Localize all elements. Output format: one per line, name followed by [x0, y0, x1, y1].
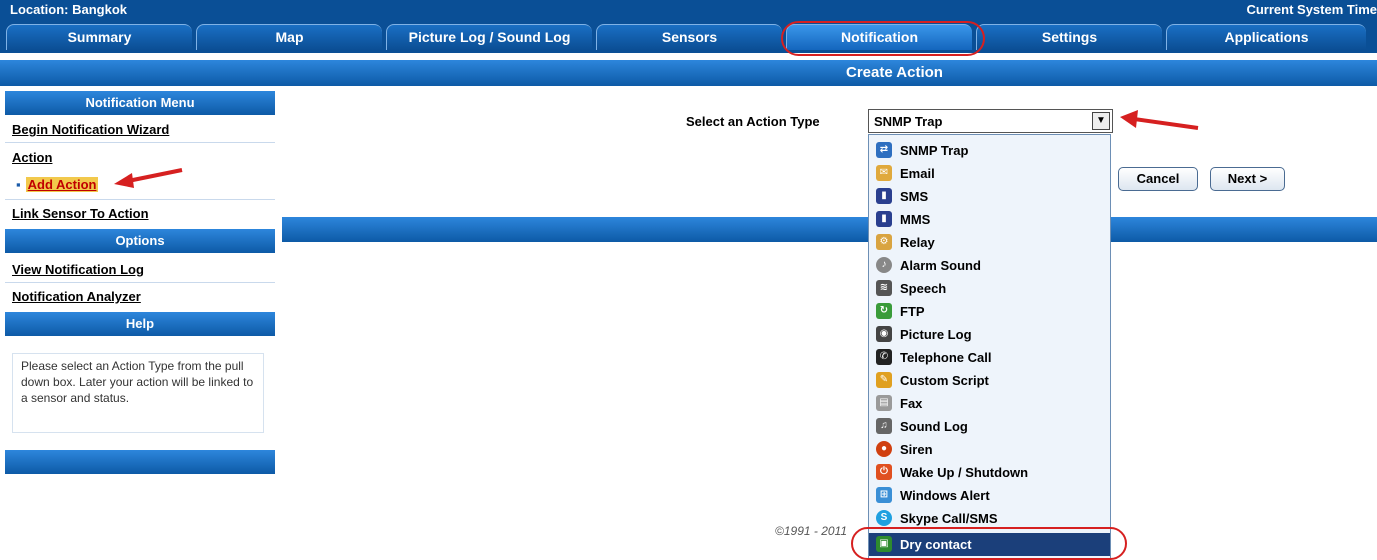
action-type-select[interactable]: SNMP Trap ▼ — [868, 109, 1113, 133]
system-time-label: Current System Time — [1246, 2, 1377, 17]
microphone-icon: ♫ — [876, 418, 892, 434]
action-type-dropdown-list: ⇄ SNMP Trap ✉ Email ▮ SMS ▮ MMS ⚙ Relay … — [868, 134, 1111, 560]
link-sensor-to-action-link[interactable]: Link Sensor To Action — [12, 206, 149, 221]
tab-notification[interactable]: Notification — [786, 24, 972, 50]
option-sound-log[interactable]: ♫ Sound Log — [869, 415, 1110, 438]
skype-icon: S — [876, 510, 892, 526]
power-icon: ⏻ — [876, 464, 892, 480]
tab-summary[interactable]: Summary — [6, 24, 192, 50]
network-icon: ⇄ — [876, 142, 892, 158]
option-label: MMS — [900, 212, 931, 227]
cancel-button[interactable]: Cancel — [1118, 167, 1198, 191]
divider — [5, 282, 275, 283]
option-telephone-call[interactable]: ✆ Telephone Call — [869, 346, 1110, 369]
option-snmp-trap[interactable]: ⇄ SNMP Trap — [869, 139, 1110, 162]
divider — [5, 142, 275, 143]
option-label: SNMP Trap — [900, 143, 969, 158]
page: Location: Bangkok Current System Time Su… — [0, 0, 1377, 560]
selected-action-type: SNMP Trap — [874, 114, 943, 129]
option-siren[interactable]: ● Siren — [869, 438, 1110, 461]
page-title: Create Action — [846, 64, 943, 81]
help-header: Help — [5, 312, 275, 336]
option-label: Skype Call/SMS — [900, 511, 998, 526]
option-label: Dry contact — [900, 537, 972, 552]
windows-icon: ⊞ — [876, 487, 892, 503]
option-label: Email — [900, 166, 935, 181]
option-label: Sound Log — [900, 419, 968, 434]
telephone-icon: ✆ — [876, 349, 892, 365]
option-wake-up-shutdown[interactable]: ⏻ Wake Up / Shutdown — [869, 461, 1110, 484]
action-link[interactable]: Action — [12, 150, 52, 165]
add-action-item: ▪ Add Action — [16, 177, 99, 192]
option-label: Relay — [900, 235, 935, 250]
select-arrow-icon — [1120, 110, 1199, 130]
option-dry-contact[interactable]: ▣ Dry contact — [869, 533, 1110, 556]
option-fax[interactable]: ▤ Fax — [869, 392, 1110, 415]
begin-wizard-link[interactable]: Begin Notification Wizard — [12, 122, 169, 137]
tab-bar: Summary Map Picture Log / Sound Log Sens… — [0, 20, 1377, 53]
option-label: Alarm Sound — [900, 258, 981, 273]
option-skype-call-sms[interactable]: S Skype Call/SMS — [869, 507, 1110, 530]
tab-settings[interactable]: Settings — [976, 24, 1162, 50]
sidebar: Notification Menu Begin Notification Wiz… — [0, 86, 276, 486]
relay-icon: ⚙ — [876, 234, 892, 250]
option-label: Telephone Call — [900, 350, 992, 365]
option-label: Custom Script — [900, 373, 989, 388]
add-action-link[interactable]: Add Action — [25, 177, 99, 192]
envelope-icon: ✉ — [876, 165, 892, 181]
option-mms[interactable]: ▮ MMS — [869, 208, 1110, 231]
option-speech[interactable]: ≋ Speech — [869, 277, 1110, 300]
option-ftp[interactable]: ↻ FTP — [869, 300, 1110, 323]
option-label: Siren — [900, 442, 933, 457]
option-label: Fax — [900, 396, 923, 411]
options-header: Options — [5, 229, 275, 253]
location-label: Location: Bangkok — [10, 2, 128, 17]
content-divider-bar — [282, 217, 1377, 242]
speaker-icon: ♪ — [876, 257, 892, 273]
title-bar: Create Action — [0, 60, 1377, 86]
divider — [5, 199, 275, 200]
fax-icon: ▤ — [876, 395, 892, 411]
notification-analyzer-link[interactable]: Notification Analyzer — [12, 289, 141, 304]
option-relay[interactable]: ⚙ Relay — [869, 231, 1110, 254]
option-label: Speech — [900, 281, 947, 296]
option-email[interactable]: ✉ Email — [869, 162, 1110, 185]
tab-map[interactable]: Map — [196, 24, 382, 50]
speech-icon: ≋ — [876, 280, 892, 296]
view-notification-log-link[interactable]: View Notification Log — [12, 262, 144, 277]
tab-sensors[interactable]: Sensors — [596, 24, 782, 50]
pencil-icon: ✎ — [876, 372, 892, 388]
ftp-icon: ↻ — [876, 303, 892, 319]
option-label: Wake Up / Shutdown — [900, 465, 1029, 480]
copyright-text: ©1991 - 2011 — [775, 524, 848, 538]
top-bar: Location: Bangkok Current System Time — [0, 0, 1377, 20]
sidebar-footer-bar — [5, 450, 275, 474]
option-windows-alert[interactable]: ⊞ Windows Alert — [869, 484, 1110, 507]
option-sms[interactable]: ▮ SMS — [869, 185, 1110, 208]
siren-icon: ● — [876, 441, 892, 457]
option-alarm-sound[interactable]: ♪ Alarm Sound — [869, 254, 1110, 277]
option-label: Picture Log — [900, 327, 972, 342]
chevron-down-icon[interactable]: ▼ — [1092, 112, 1110, 130]
option-picture-log[interactable]: ◉ Picture Log — [869, 323, 1110, 346]
option-label: SMS — [900, 189, 929, 204]
option-label: FTP — [900, 304, 925, 319]
help-text: Please select an Action Type from the pu… — [12, 353, 264, 433]
camera-icon: ◉ — [876, 326, 892, 342]
bullet-icon: ▪ — [16, 177, 21, 192]
next-button[interactable]: Next > — [1210, 167, 1285, 191]
phone-icon: ▮ — [876, 211, 892, 227]
tab-applications[interactable]: Applications — [1166, 24, 1366, 50]
phone-icon: ▮ — [876, 188, 892, 204]
option-label: Windows Alert — [900, 488, 990, 503]
notification-menu-header: Notification Menu — [5, 91, 275, 115]
select-action-type-label: Select an Action Type — [686, 114, 820, 129]
contact-icon: ▣ — [876, 536, 892, 552]
tab-picture-sound-log[interactable]: Picture Log / Sound Log — [386, 24, 592, 50]
option-custom-script[interactable]: ✎ Custom Script — [869, 369, 1110, 392]
